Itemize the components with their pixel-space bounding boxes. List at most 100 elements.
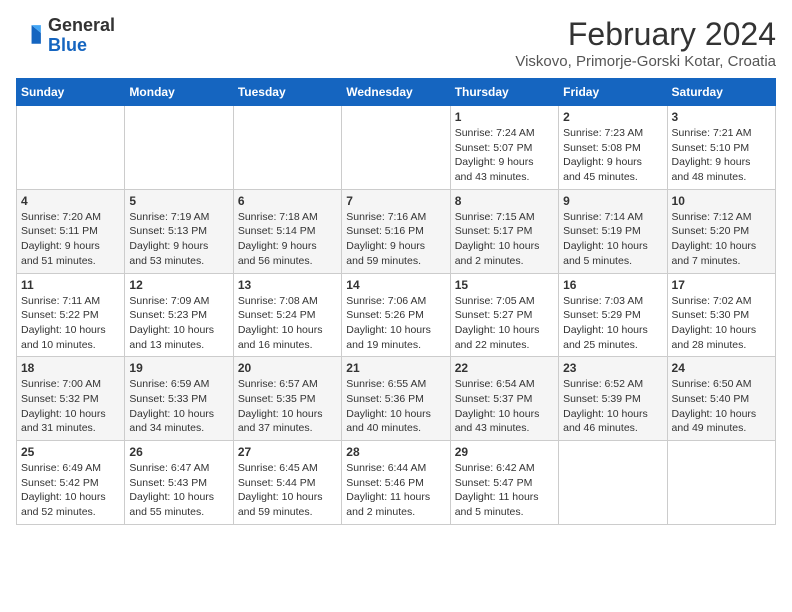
day-number: 18 — [21, 361, 120, 375]
day-info: Sunrise: 7:02 AM Sunset: 5:30 PM Dayligh… — [672, 294, 771, 353]
day-number: 29 — [455, 445, 554, 459]
day-info: Sunrise: 6:45 AM Sunset: 5:44 PM Dayligh… — [238, 461, 337, 520]
day-number: 26 — [129, 445, 228, 459]
calendar-cell — [125, 106, 233, 190]
day-info: Sunrise: 7:09 AM Sunset: 5:23 PM Dayligh… — [129, 294, 228, 353]
day-number: 3 — [672, 110, 771, 124]
day-of-week-header: Saturday — [667, 79, 775, 106]
calendar-cell — [233, 106, 341, 190]
day-info: Sunrise: 7:21 AM Sunset: 5:10 PM Dayligh… — [672, 126, 771, 185]
day-info: Sunrise: 7:15 AM Sunset: 5:17 PM Dayligh… — [455, 210, 554, 269]
calendar-cell: 3 Sunrise: 7:21 AM Sunset: 5:10 PM Daylig… — [667, 106, 775, 190]
day-info: Sunrise: 7:24 AM Sunset: 5:07 PM Dayligh… — [455, 126, 554, 185]
day-info: Sunrise: 6:52 AM Sunset: 5:39 PM Dayligh… — [563, 377, 662, 436]
day-of-week-header: Thursday — [450, 79, 558, 106]
calendar-cell: 17 Sunrise: 7:02 AM Sunset: 5:30 PM Dayli… — [667, 273, 775, 357]
calendar-week-row: 25Sunrise: 6:49 AM Sunset: 5:42 PM Dayli… — [17, 441, 776, 525]
day-number: 22 — [455, 361, 554, 375]
day-of-week-header: Wednesday — [342, 79, 450, 106]
calendar-cell: 14Sunrise: 7:06 AM Sunset: 5:26 PM Dayli… — [342, 273, 450, 357]
calendar-cell: 16 Sunrise: 7:03 AM Sunset: 5:29 PM Dayli… — [559, 273, 667, 357]
day-info: Sunrise: 7:08 AM Sunset: 5:24 PM Dayligh… — [238, 294, 337, 353]
day-info: Sunrise: 6:54 AM Sunset: 5:37 PM Dayligh… — [455, 377, 554, 436]
day-info: Sunrise: 6:59 AM Sunset: 5:33 PM Dayligh… — [129, 377, 228, 436]
calendar-cell — [17, 106, 125, 190]
calendar-cell: 29 Sunrise: 6:42 AM Sunset: 5:47 PM Dayli… — [450, 441, 558, 525]
day-info: Sunrise: 7:11 AM Sunset: 5:22 PM Dayligh… — [21, 294, 120, 353]
calendar-header-row: SundayMondayTuesdayWednesdayThursdayFrid… — [17, 79, 776, 106]
day-number: 2 — [563, 110, 662, 124]
day-number: 27 — [238, 445, 337, 459]
logo-blue-text: Blue — [48, 36, 115, 56]
calendar-cell — [342, 106, 450, 190]
day-of-week-header: Tuesday — [233, 79, 341, 106]
day-info: Sunrise: 7:14 AM Sunset: 5:19 PM Dayligh… — [563, 210, 662, 269]
day-number: 7 — [346, 194, 445, 208]
calendar-week-row: 1 Sunrise: 7:24 AM Sunset: 5:07 PM Daylig… — [17, 106, 776, 190]
location-subtitle: Viskovo, Primorje-Gorski Kotar, Croatia — [515, 53, 776, 70]
day-number: 11 — [21, 278, 120, 292]
calendar-cell: 7Sunrise: 7:16 AM Sunset: 5:16 PM Daylig… — [342, 189, 450, 273]
day-info: Sunrise: 6:42 AM Sunset: 5:47 PM Dayligh… — [455, 461, 554, 520]
day-info: Sunrise: 6:44 AM Sunset: 5:46 PM Dayligh… — [346, 461, 445, 520]
calendar-cell: 28 Sunrise: 6:44 AM Sunset: 5:46 PM Dayli… — [342, 441, 450, 525]
title-area: February 2024 Viskovo, Primorje-Gorski K… — [515, 16, 776, 70]
calendar-cell: 11 Sunrise: 7:11 AM Sunset: 5:22 PM Dayli… — [17, 273, 125, 357]
calendar-cell: 15 Sunrise: 7:05 AM Sunset: 5:27 PM Dayli… — [450, 273, 558, 357]
calendar-cell — [667, 441, 775, 525]
month-title: February 2024 — [515, 16, 776, 53]
day-number: 16 — [563, 278, 662, 292]
day-number: 20 — [238, 361, 337, 375]
calendar-cell: 26 Sunrise: 6:47 AM Sunset: 5:43 PM Dayli… — [125, 441, 233, 525]
day-number: 5 — [129, 194, 228, 208]
day-number: 1 — [455, 110, 554, 124]
calendar-cell: 19 Sunrise: 6:59 AM Sunset: 5:33 PM Dayli… — [125, 357, 233, 441]
day-of-week-header: Monday — [125, 79, 233, 106]
calendar-cell: 1 Sunrise: 7:24 AM Sunset: 5:07 PM Daylig… — [450, 106, 558, 190]
day-info: Sunrise: 6:47 AM Sunset: 5:43 PM Dayligh… — [129, 461, 228, 520]
calendar-cell: 24 Sunrise: 6:50 AM Sunset: 5:40 PM Dayli… — [667, 357, 775, 441]
logo: General Blue — [16, 16, 115, 56]
calendar-cell: 2 Sunrise: 7:23 AM Sunset: 5:08 PM Daylig… — [559, 106, 667, 190]
calendar-cell: 22 Sunrise: 6:54 AM Sunset: 5:37 PM Dayli… — [450, 357, 558, 441]
calendar-cell: 9Sunrise: 7:14 AM Sunset: 5:19 PM Daylig… — [559, 189, 667, 273]
day-info: Sunrise: 7:05 AM Sunset: 5:27 PM Dayligh… — [455, 294, 554, 353]
logo-icon — [16, 22, 44, 50]
day-info: Sunrise: 7:00 AM Sunset: 5:32 PM Dayligh… — [21, 377, 120, 436]
calendar-cell: 13 Sunrise: 7:08 AM Sunset: 5:24 PM Dayli… — [233, 273, 341, 357]
day-info: Sunrise: 7:23 AM Sunset: 5:08 PM Dayligh… — [563, 126, 662, 185]
day-number: 23 — [563, 361, 662, 375]
day-number: 21 — [346, 361, 445, 375]
calendar-cell: 25Sunrise: 6:49 AM Sunset: 5:42 PM Dayli… — [17, 441, 125, 525]
calendar-table: SundayMondayTuesdayWednesdayThursdayFrid… — [16, 78, 776, 525]
day-number: 19 — [129, 361, 228, 375]
day-number: 10 — [672, 194, 771, 208]
day-info: Sunrise: 6:57 AM Sunset: 5:35 PM Dayligh… — [238, 377, 337, 436]
calendar-cell: 23 Sunrise: 6:52 AM Sunset: 5:39 PM Dayli… — [559, 357, 667, 441]
day-info: Sunrise: 7:03 AM Sunset: 5:29 PM Dayligh… — [563, 294, 662, 353]
calendar-cell: 6Sunrise: 7:18 AM Sunset: 5:14 PM Daylig… — [233, 189, 341, 273]
day-info: Sunrise: 7:12 AM Sunset: 5:20 PM Dayligh… — [672, 210, 771, 269]
calendar-cell: 10 Sunrise: 7:12 AM Sunset: 5:20 PM Dayli… — [667, 189, 775, 273]
calendar-cell — [559, 441, 667, 525]
day-of-week-header: Friday — [559, 79, 667, 106]
logo-general-text: General — [48, 16, 115, 36]
header: General Blue February 2024 Viskovo, Prim… — [16, 16, 776, 70]
day-number: 17 — [672, 278, 771, 292]
day-number: 28 — [346, 445, 445, 459]
calendar-cell: 27 Sunrise: 6:45 AM Sunset: 5:44 PM Dayli… — [233, 441, 341, 525]
day-info: Sunrise: 6:50 AM Sunset: 5:40 PM Dayligh… — [672, 377, 771, 436]
day-number: 15 — [455, 278, 554, 292]
calendar-week-row: 11 Sunrise: 7:11 AM Sunset: 5:22 PM Dayli… — [17, 273, 776, 357]
day-number: 13 — [238, 278, 337, 292]
day-info: Sunrise: 6:49 AM Sunset: 5:42 PM Dayligh… — [21, 461, 120, 520]
calendar-cell: 8 Sunrise: 7:15 AM Sunset: 5:17 PM Daylig… — [450, 189, 558, 273]
day-number: 12 — [129, 278, 228, 292]
day-number: 4 — [21, 194, 120, 208]
day-number: 8 — [455, 194, 554, 208]
calendar-cell: 20 Sunrise: 6:57 AM Sunset: 5:35 PM Dayli… — [233, 357, 341, 441]
day-info: Sunrise: 7:19 AM Sunset: 5:13 PM Dayligh… — [129, 210, 228, 269]
day-number: 24 — [672, 361, 771, 375]
day-of-week-header: Sunday — [17, 79, 125, 106]
calendar-cell: 5 Sunrise: 7:19 AM Sunset: 5:13 PM Daylig… — [125, 189, 233, 273]
